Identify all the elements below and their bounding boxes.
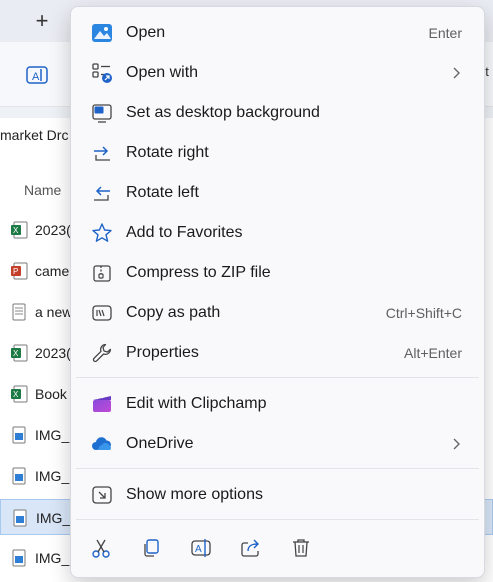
file-name: 2023( xyxy=(35,345,71,361)
svg-text:X: X xyxy=(13,349,19,358)
menu-item-shortcut: Enter xyxy=(428,25,462,41)
image-file-icon xyxy=(13,509,27,527)
menu-item-copy-as-path[interactable]: Copy as path Ctrl+Shift+C xyxy=(76,295,479,331)
menu-item-label: Show more options xyxy=(126,486,263,503)
image-file-icon xyxy=(12,467,26,485)
rename-icon: A xyxy=(191,539,211,557)
menu-item-onedrive[interactable]: OneDrive xyxy=(76,426,479,462)
cut-icon xyxy=(92,539,110,558)
svg-text:P: P xyxy=(13,267,18,276)
chevron-right-icon xyxy=(453,438,460,450)
rotate-left-icon xyxy=(94,186,110,201)
menu-item-rotate-right[interactable]: Rotate right xyxy=(76,135,479,171)
image-file-icon xyxy=(12,426,26,444)
menu-item-label: Add to Favorites xyxy=(126,224,243,241)
address-text: market Drc xyxy=(0,127,69,143)
delete-icon xyxy=(293,539,309,557)
menu-separator xyxy=(76,519,479,520)
file-name: a new xyxy=(35,304,73,320)
share-button[interactable] xyxy=(234,531,268,565)
menu-separator xyxy=(76,377,479,378)
rotate-right-icon xyxy=(94,146,110,161)
excel-file-icon: X xyxy=(11,344,28,362)
copy-path-icon xyxy=(92,305,112,321)
onedrive-icon xyxy=(92,437,111,450)
file-name: 2023( xyxy=(35,222,71,238)
menu-item-open[interactable]: Open Enter xyxy=(76,15,479,51)
svg-text:A: A xyxy=(32,71,40,83)
menu-item-label: Open xyxy=(126,24,166,41)
rename-icon[interactable]: A xyxy=(24,62,50,88)
delete-button[interactable] xyxy=(284,531,318,565)
menu-item-add-to-favorites[interactable]: Add to Favorites xyxy=(76,215,479,251)
menu-item-label: Compress to ZIP file xyxy=(126,264,271,281)
menu-item-shortcut: Ctrl+Shift+C xyxy=(385,305,462,321)
text-file-icon xyxy=(12,303,26,321)
menu-item-properties[interactable]: Properties Alt+Enter xyxy=(76,335,479,371)
rename-button[interactable]: A xyxy=(184,531,218,565)
svg-text:X: X xyxy=(13,226,19,235)
menu-item-label: Set as desktop background xyxy=(126,104,320,121)
new-tab-button[interactable]: + xyxy=(24,6,60,36)
menu-item-label: Rotate left xyxy=(126,184,199,201)
menu-item-rotate-left[interactable]: Rotate left xyxy=(76,175,479,211)
menu-item-edit-with-clipchamp[interactable]: Edit with Clipchamp xyxy=(76,386,479,422)
menu-item-show-more-options[interactable]: Show more options xyxy=(76,477,479,513)
powerpoint-file-icon: P xyxy=(11,262,28,280)
chevron-right-icon xyxy=(453,67,460,79)
menu-item-shortcut: Alt+Enter xyxy=(404,345,462,361)
menu-separator xyxy=(76,468,479,469)
column-header-name[interactable]: Name xyxy=(24,182,61,198)
open-with-icon xyxy=(92,63,112,83)
show-more-options-icon xyxy=(92,486,112,504)
share-icon xyxy=(241,539,259,557)
menu-item-label: Edit with Clipchamp xyxy=(126,395,267,412)
photos-app-icon xyxy=(92,24,112,42)
menu-item-compress-zip[interactable]: Compress to ZIP file xyxy=(76,255,479,291)
menu-item-label: Open with xyxy=(126,64,199,81)
star-icon xyxy=(92,223,112,242)
file-name: IMG_( xyxy=(35,427,74,443)
image-file-icon xyxy=(12,549,26,567)
menu-item-set-desktop-background[interactable]: Set as desktop background xyxy=(76,95,479,131)
file-name: Book xyxy=(35,386,67,402)
excel-file-icon: X xyxy=(11,385,28,403)
menu-item-label: Properties xyxy=(126,344,199,361)
wrench-icon xyxy=(92,343,112,363)
clipchamp-icon xyxy=(93,396,111,412)
file-name: IMG_( xyxy=(35,468,74,484)
menu-item-label: Copy as path xyxy=(126,304,221,321)
zip-icon xyxy=(93,265,111,282)
menu-item-label: Rotate right xyxy=(126,144,209,161)
menu-item-open-with[interactable]: Open with xyxy=(76,55,479,91)
desktop-background-icon xyxy=(92,104,112,123)
cut-button[interactable] xyxy=(84,531,118,565)
copy-button[interactable] xyxy=(134,531,168,565)
copy-icon xyxy=(144,539,159,557)
svg-text:X: X xyxy=(13,390,19,399)
file-name: IMG_( xyxy=(35,550,74,566)
svg-text:A: A xyxy=(195,544,202,555)
context-menu: Open Enter Open with Set as desktop back… xyxy=(70,6,485,578)
menu-item-label: OneDrive xyxy=(126,435,194,452)
excel-file-icon: X xyxy=(11,221,28,239)
file-name: came xyxy=(35,263,70,279)
